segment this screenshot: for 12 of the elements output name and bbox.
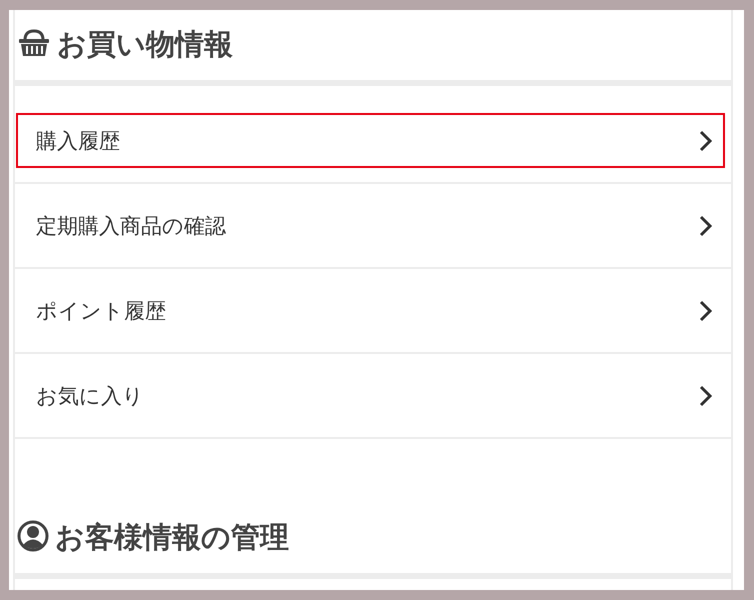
menu-item[interactable]: ポイント履歴: [16, 283, 725, 338]
chevron-icon: [699, 300, 713, 322]
chevron-icon: [699, 130, 713, 152]
menu-item[interactable]: お気に入り: [16, 368, 725, 423]
section-title: お客様情報の管理: [55, 519, 289, 556]
section-title: お買い物情報: [57, 26, 233, 63]
chevron-icon: [699, 384, 713, 406]
chevron-icon: [699, 214, 713, 236]
user-icon: [17, 520, 49, 552]
menu-item[interactable]: 購入履歴: [16, 113, 725, 168]
basket-icon: [17, 28, 51, 58]
menu-item[interactable]: 定期購入商品の確認: [16, 198, 725, 253]
